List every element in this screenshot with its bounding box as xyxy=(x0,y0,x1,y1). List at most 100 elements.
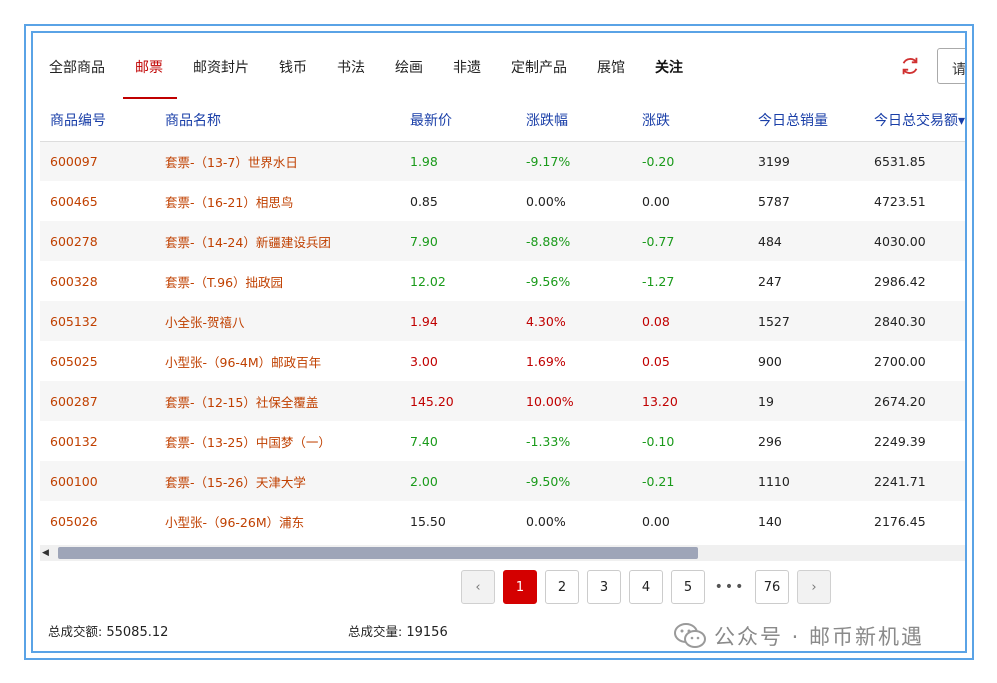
column-header-5[interactable]: 今日总销量 xyxy=(748,99,864,141)
product-name[interactable]: 套票-（15-26）天津大学 xyxy=(155,461,400,501)
table-row[interactable]: 605025 小型张-（96-4M）邮政百年 3.00 1.69% 0.05 900 270… xyxy=(40,341,965,381)
daily-amount: 6531.85 xyxy=(874,153,926,169)
tab-1[interactable]: 邮票 xyxy=(123,57,177,99)
product-code[interactable]: 600328 xyxy=(40,261,155,301)
page-button-last[interactable]: 76 xyxy=(755,570,789,604)
table-row[interactable]: 605132 小全张-贺禧八 1.94 4.30% 0.08 1527 2840.30 xyxy=(40,301,965,341)
product-name[interactable]: 套票-（16-21）相思鸟 xyxy=(155,181,400,221)
column-header-6[interactable]: 今日总交易额▾ xyxy=(864,99,965,141)
category-nav: 全部商品 邮票 邮资封片 钱币 书法 绘画 非遗 定制产品 展馆 关注 请 xyxy=(33,33,965,100)
column-header-4[interactable]: 涨跌 xyxy=(632,99,748,141)
refresh-icon[interactable] xyxy=(899,55,921,77)
tab-9[interactable]: 关注 xyxy=(655,57,683,99)
tab-2[interactable]: 邮资封片 xyxy=(193,57,249,99)
scrollbar-thumb[interactable] xyxy=(58,547,698,559)
table-row[interactable]: 600100 套票-（15-26）天津大学 2.00 -9.50% -0.21 1110 2… xyxy=(40,461,965,501)
buy-cell[interactable] xyxy=(964,141,965,181)
page-button-5[interactable]: 5 xyxy=(671,570,705,604)
product-code[interactable]: 600278 xyxy=(40,221,155,261)
total-volume-label: 总成交量: xyxy=(348,624,403,639)
product-code[interactable]: 600465 xyxy=(40,181,155,221)
product-name[interactable]: 套票-（13-7）世界水日 xyxy=(155,141,400,181)
change-value: -0.10 xyxy=(642,433,675,449)
product-table-container: 商品编号商品名称最新价涨跌幅涨跌今日总销量今日总交易额▾买入 600097套票-… xyxy=(40,99,965,539)
product-code[interactable]: 600097 xyxy=(40,141,155,181)
watermark: 公众号 · 邮币新机遇 xyxy=(674,621,924,651)
daily-amount: 2840.30 xyxy=(874,313,926,329)
page-button-4[interactable]: 4 xyxy=(629,570,663,604)
tab-4[interactable]: 书法 xyxy=(337,57,365,99)
total-amount-value: 55085.12 xyxy=(106,625,169,640)
tab-6[interactable]: 非遗 xyxy=(453,57,481,99)
buy-cell[interactable] xyxy=(964,261,965,301)
daily-volume: 484 xyxy=(758,233,782,249)
next-page-button[interactable]: › xyxy=(797,570,831,604)
buy-cell[interactable] xyxy=(964,381,965,421)
buy-cell[interactable] xyxy=(964,301,965,341)
daily-amount: 2241.71 xyxy=(874,473,926,489)
buy-cell[interactable] xyxy=(964,181,965,221)
table-row[interactable]: 600132 套票-（13-25）中国梦（一） 7.40 -1.33% -0.10 296… xyxy=(40,421,965,461)
product-table: 商品编号商品名称最新价涨跌幅涨跌今日总销量今日总交易额▾买入 600097套票-… xyxy=(40,99,965,539)
table-row[interactable]: 605026 小型张-（96-26M）浦东 15.50 0.00% 0.00 140 217… xyxy=(40,501,965,539)
table-row[interactable]: 600278 套票-（14-24）新疆建设兵团 7.90 -8.88% -0.77 484… xyxy=(40,221,965,261)
tab-3[interactable]: 钱币 xyxy=(279,57,307,99)
daily-volume: 1110 xyxy=(758,473,790,489)
buy-cell[interactable] xyxy=(964,501,965,539)
daily-volume: 19 xyxy=(758,393,774,409)
table-row[interactable]: 600328 套票-（T.96）拙政园 12.02 -9.56% -1.27 247 298… xyxy=(40,261,965,301)
product-code[interactable]: 605025 xyxy=(40,341,155,381)
latest-price: 12.02 xyxy=(410,273,446,289)
search-button[interactable]: 请 xyxy=(937,48,965,84)
daily-volume: 140 xyxy=(758,513,782,529)
table-row[interactable]: 600465 套票-（16-21）相思鸟 0.85 0.00% 0.00 5787 4723… xyxy=(40,181,965,221)
change-percent: 4.30% xyxy=(526,313,566,329)
table-row[interactable]: 600097 套票-（13-7）世界水日 1.98 -9.17% -0.20 3199 65… xyxy=(40,141,965,181)
product-code[interactable]: 605026 xyxy=(40,501,155,539)
pagination-ellipsis: ••• xyxy=(714,579,746,595)
buy-cell[interactable] xyxy=(964,341,965,381)
daily-amount: 4030.00 xyxy=(874,233,926,249)
page-button-2[interactable]: 2 xyxy=(545,570,579,604)
product-name[interactable]: 套票-（12-15）社保全覆盖 xyxy=(155,381,400,421)
tab-7[interactable]: 定制产品 xyxy=(511,57,567,99)
change-percent: -9.17% xyxy=(526,153,571,169)
main-panel: 全部商品 邮票 邮资封片 钱币 书法 绘画 非遗 定制产品 展馆 关注 请 商品编号 商品名称 最新价… xyxy=(31,31,967,653)
column-header-0[interactable]: 商品编号 xyxy=(40,99,155,141)
tab-8[interactable]: 展馆 xyxy=(597,57,625,99)
horizontal-scrollbar[interactable]: ◀ xyxy=(40,545,965,561)
table-row[interactable]: 600287 套票-（12-15）社保全覆盖 145.20 10.00% 13.20 19… xyxy=(40,381,965,421)
product-code[interactable]: 605132 xyxy=(40,301,155,341)
product-code[interactable]: 600100 xyxy=(40,461,155,501)
product-name[interactable]: 套票-（T.96）拙政园 xyxy=(155,261,400,301)
product-code[interactable]: 600132 xyxy=(40,421,155,461)
product-code[interactable]: 600287 xyxy=(40,381,155,421)
tab-0[interactable]: 全部商品 xyxy=(49,57,105,99)
change-percent: -8.88% xyxy=(526,233,571,249)
column-header-3[interactable]: 涨跌幅 xyxy=(516,99,632,141)
column-header-2[interactable]: 最新价 xyxy=(400,99,516,141)
latest-price: 1.98 xyxy=(410,153,438,169)
product-name[interactable]: 套票-（13-25）中国梦（一） xyxy=(155,421,400,461)
wechat-icon xyxy=(674,623,706,648)
product-name[interactable]: 小型张-（96-4M）邮政百年 xyxy=(155,341,400,381)
buy-cell[interactable] xyxy=(964,221,965,261)
change-percent: 0.00% xyxy=(526,513,566,529)
total-volume-value: 19156 xyxy=(406,625,448,640)
page-button-3[interactable]: 3 xyxy=(587,570,621,604)
product-name[interactable]: 套票-（14-24）新疆建设兵团 xyxy=(155,221,400,261)
table-header-row: 商品编号商品名称最新价涨跌幅涨跌今日总销量今日总交易额▾买入 xyxy=(40,99,965,141)
change-value: 13.20 xyxy=(642,393,678,409)
buy-cell[interactable] xyxy=(964,421,965,461)
product-name[interactable]: 小型张-（96-26M）浦东 xyxy=(155,501,400,539)
column-header-1[interactable]: 商品名称 xyxy=(155,99,400,141)
latest-price: 7.40 xyxy=(410,433,438,449)
product-name[interactable]: 小全张-贺禧八 xyxy=(155,301,400,341)
scroll-left-icon[interactable]: ◀ xyxy=(42,548,49,558)
tab-5[interactable]: 绘画 xyxy=(395,57,423,99)
page-button-1[interactable]: 1 xyxy=(503,570,537,604)
prev-page-button[interactable]: ‹ xyxy=(461,570,495,604)
daily-amount: 2700.00 xyxy=(874,353,926,369)
latest-price: 15.50 xyxy=(410,513,446,529)
buy-cell[interactable] xyxy=(964,461,965,501)
